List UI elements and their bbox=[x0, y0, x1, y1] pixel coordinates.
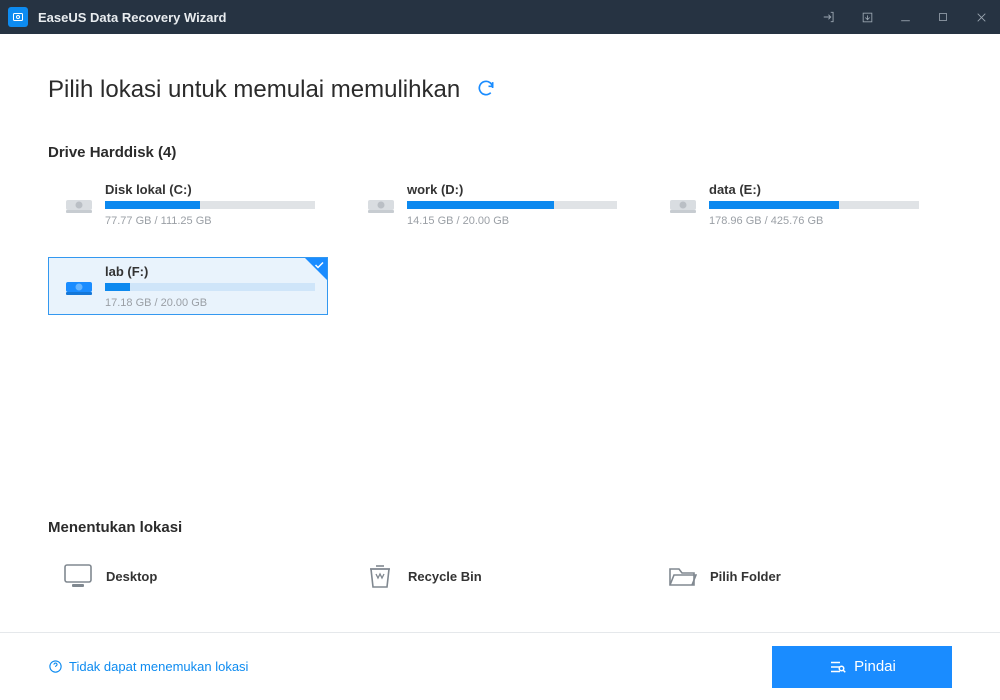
usage-bar bbox=[105, 283, 315, 291]
close-button[interactable] bbox=[962, 0, 1000, 34]
drive-label: Disk lokal (C:) bbox=[105, 182, 315, 197]
window-controls bbox=[810, 0, 1000, 34]
drive-size: 77.77 GB / 111.25 GB bbox=[105, 215, 315, 227]
refresh-icon[interactable] bbox=[476, 78, 496, 103]
usage-bar bbox=[105, 201, 315, 209]
drive-label: data (E:) bbox=[709, 182, 919, 197]
drives-section-title: Drive Harddisk (4) bbox=[48, 144, 952, 161]
drive-size: 178.96 GB / 425.76 GB bbox=[709, 215, 919, 227]
titlebar: EaseUS Data Recovery Wizard bbox=[0, 0, 1000, 34]
app-icon bbox=[8, 7, 28, 27]
scan-icon bbox=[828, 658, 846, 676]
drive-icon bbox=[665, 192, 701, 216]
page-headline: Pilih lokasi untuk memulai memulihkan bbox=[48, 76, 460, 104]
usage-bar bbox=[709, 201, 919, 209]
drive-size: 17.18 GB / 20.00 GB bbox=[105, 297, 315, 309]
desktop-icon bbox=[60, 563, 96, 589]
update-icon[interactable] bbox=[848, 0, 886, 34]
location-label: Pilih Folder bbox=[710, 569, 781, 584]
selected-check-icon bbox=[313, 259, 325, 271]
help-link-text: Tidak dapat menemukan lokasi bbox=[69, 659, 248, 674]
locations-row: Desktop Recycle Bin bbox=[48, 556, 952, 596]
locations-section-title: Menentukan lokasi bbox=[48, 519, 952, 536]
drive-size: 14.15 GB / 20.00 GB bbox=[407, 215, 617, 227]
usage-bar bbox=[407, 201, 617, 209]
folder-icon bbox=[664, 564, 700, 588]
help-link[interactable]: Tidak dapat menemukan lokasi bbox=[48, 659, 248, 674]
location-choose-folder[interactable]: Pilih Folder bbox=[652, 556, 932, 596]
drives-grid: Disk lokal (C:) 77.77 GB / 111.25 GB wor… bbox=[48, 175, 952, 315]
location-desktop[interactable]: Desktop bbox=[48, 556, 328, 596]
minimize-button[interactable] bbox=[886, 0, 924, 34]
login-icon[interactable] bbox=[810, 0, 848, 34]
location-label: Recycle Bin bbox=[408, 569, 482, 584]
drive-card-c[interactable]: Disk lokal (C:) 77.77 GB / 111.25 GB bbox=[48, 175, 328, 233]
drive-icon bbox=[61, 192, 97, 216]
drive-card-d[interactable]: work (D:) 14.15 GB / 20.00 GB bbox=[350, 175, 630, 233]
footer: Tidak dapat menemukan lokasi Pindai bbox=[0, 632, 1000, 700]
maximize-button[interactable] bbox=[924, 0, 962, 34]
drive-icon bbox=[61, 274, 97, 298]
main-content: Pilih lokasi untuk memulai memulihkan Dr… bbox=[0, 34, 1000, 626]
drive-label: work (D:) bbox=[407, 182, 617, 197]
scan-button[interactable]: Pindai bbox=[772, 646, 952, 688]
scan-button-label: Pindai bbox=[854, 658, 896, 675]
drive-card-f[interactable]: lab (F:) 17.18 GB / 20.00 GB bbox=[48, 257, 328, 315]
location-recycle-bin[interactable]: Recycle Bin bbox=[350, 556, 630, 596]
recycle-bin-icon bbox=[362, 562, 398, 590]
drive-label: lab (F:) bbox=[105, 264, 315, 279]
drive-card-e[interactable]: data (E:) 178.96 GB / 425.76 GB bbox=[652, 175, 932, 233]
drive-icon bbox=[363, 192, 399, 216]
location-label: Desktop bbox=[106, 569, 157, 584]
app-title: EaseUS Data Recovery Wizard bbox=[38, 10, 810, 25]
